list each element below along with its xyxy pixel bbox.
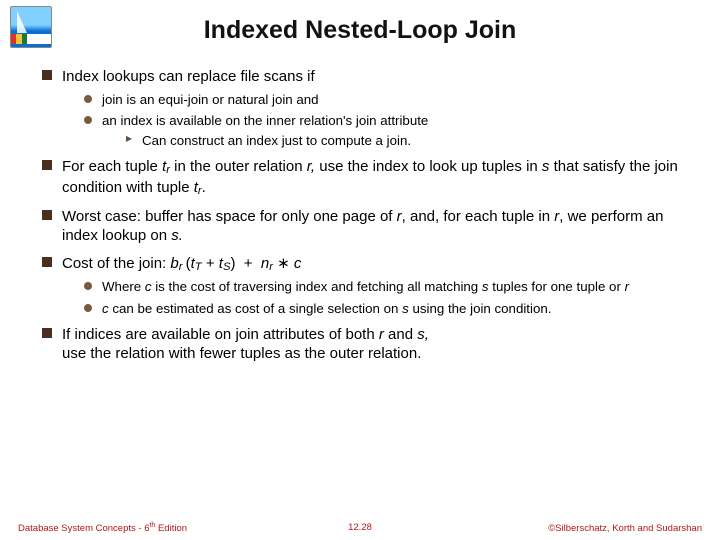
b2-mid2: use the index to look up tuples in xyxy=(315,158,542,175)
logo-icon xyxy=(10,6,52,48)
b5-pre: If indices are available on join attribu… xyxy=(62,326,379,343)
b4a-post: tuples for one tuple or xyxy=(489,279,625,294)
bullet-4a: Where c is the cost of traversing index … xyxy=(84,278,692,295)
bullet-4: Cost of the join: br (tT + tS) + nr ∗ c … xyxy=(42,254,692,317)
b4a-pre: Where xyxy=(102,279,145,294)
b3-mid: , and, for each tuple in xyxy=(402,208,555,225)
b2-mid1: in the outer relation xyxy=(170,158,307,175)
bullet-3: Worst case: buffer has space for only on… xyxy=(42,207,692,246)
bullet-1b: an index is available on the inner relat… xyxy=(84,112,692,150)
bullet-1: Index lookups can replace file scans if … xyxy=(42,67,692,149)
slide: Indexed Nested-Loop Join Index lookups c… xyxy=(0,0,720,540)
bullet-4b: c can be estimated as cost of a single s… xyxy=(84,300,692,317)
bullet-2: For each tuple tr in the outer relation … xyxy=(42,157,692,198)
bullet-1b-text: an index is available on the inner relat… xyxy=(102,113,428,128)
b4b-text: can be estimated as cost of a single sel… xyxy=(109,301,402,316)
footer-left-pre: Database System Concepts - 6 xyxy=(18,523,149,534)
b4-pre: Cost of the join: xyxy=(62,255,170,272)
b4b-post: using the join condition. xyxy=(409,301,552,316)
footer-page-number: 12.28 xyxy=(348,522,372,533)
b2-pre: For each tuple xyxy=(62,158,162,175)
b4a-mid: is the cost of traversing index and fetc… xyxy=(152,279,482,294)
b5-mid: and xyxy=(384,326,417,343)
footer-left: Database System Concepts - 6th Edition xyxy=(18,522,187,534)
bullet-5: If indices are available on join attribu… xyxy=(42,325,692,364)
slide-body: Index lookups can replace file scans if … xyxy=(28,67,692,364)
slide-title: Indexed Nested-Loop Join xyxy=(28,16,692,45)
b5-post: use the relation with fewer tuples as th… xyxy=(62,345,421,362)
footer-copyright: ©Silberschatz, Korth and Sudarshan xyxy=(548,523,702,534)
bullet-1-text: Index lookups can replace file scans if xyxy=(62,68,315,85)
footer: Database System Concepts - 6th Edition 1… xyxy=(18,522,702,534)
bullet-1a: join is an equi-join or natural join and xyxy=(84,91,692,108)
footer-left-post: Edition xyxy=(155,523,187,534)
bullet-1b1: Can construct an index just to compute a… xyxy=(126,132,692,149)
b3-pre: Worst case: buffer has space for only on… xyxy=(62,208,397,225)
